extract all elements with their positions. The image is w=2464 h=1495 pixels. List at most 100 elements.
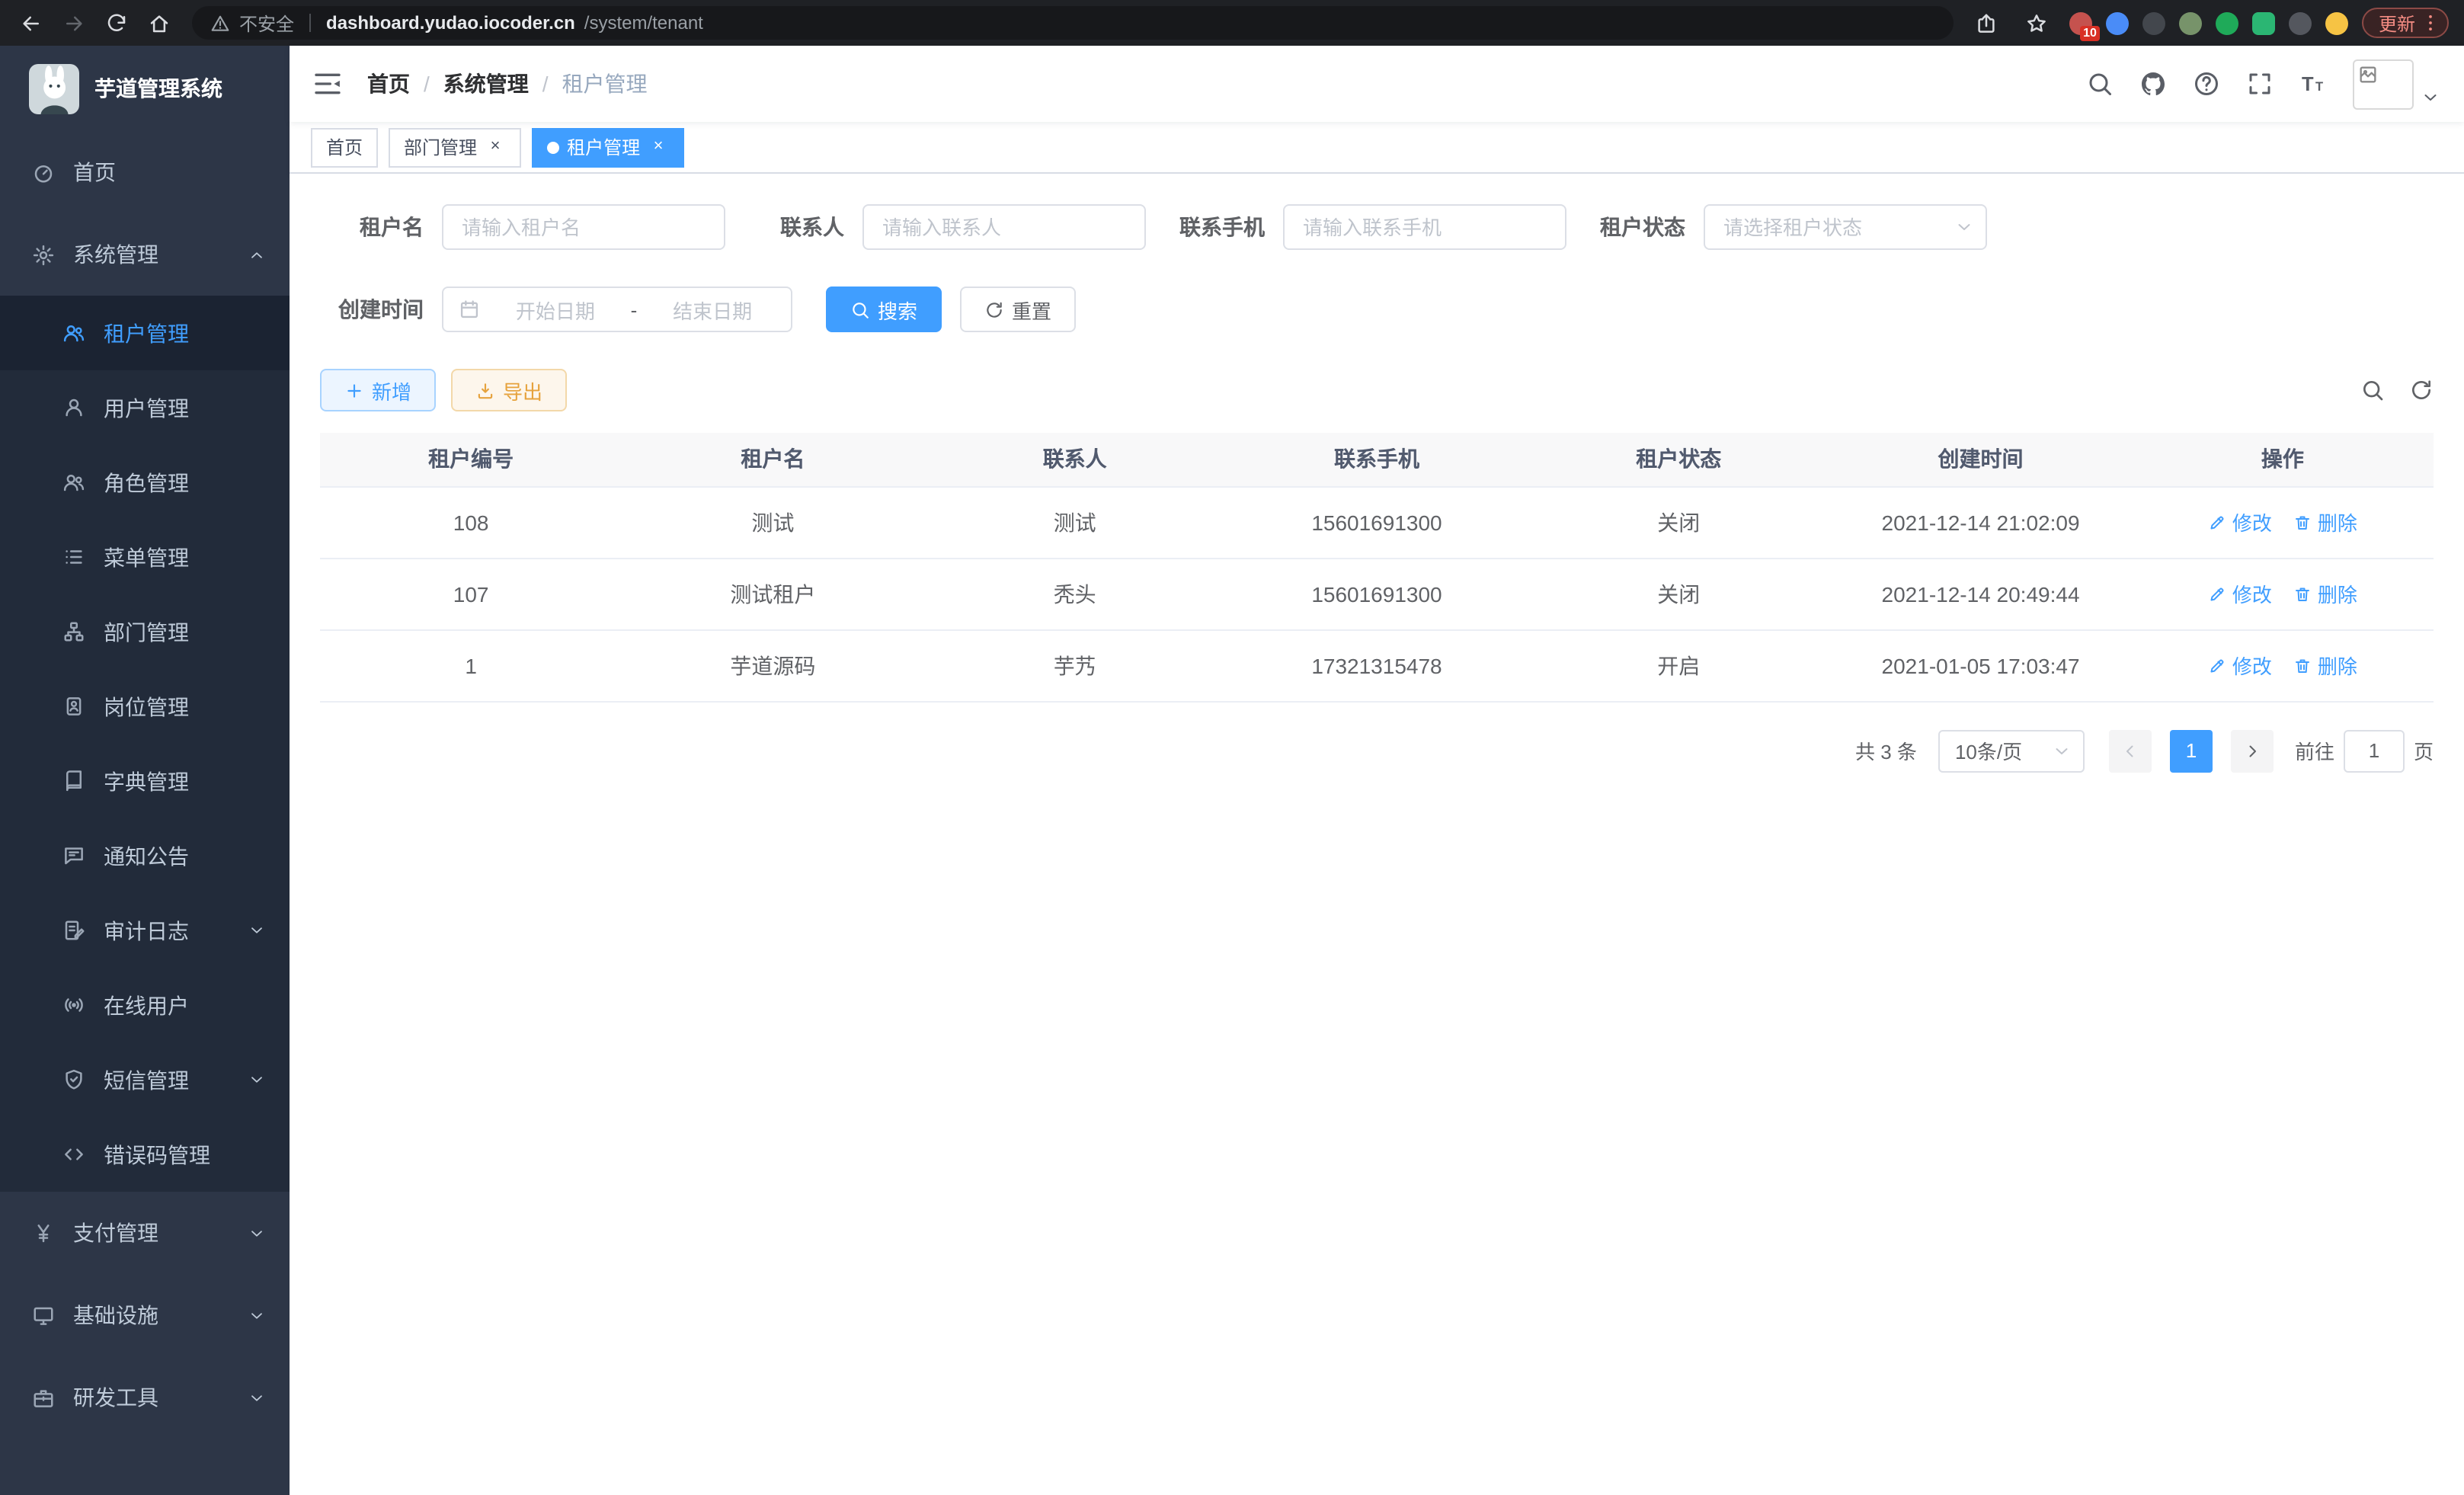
extension-emoji-face-icon[interactable] (2325, 11, 2348, 34)
next-page-button[interactable] (2231, 729, 2274, 772)
extension-green-chat-icon[interactable] (2252, 11, 2275, 34)
cell-name: 测试租户 (622, 558, 923, 629)
sidebar-item-dict[interactable]: 字典管理 (0, 744, 290, 818)
extension-blue-icon[interactable] (2106, 11, 2129, 34)
browser-home-button[interactable] (140, 5, 177, 41)
breadcrumb-item[interactable]: 系统管理 (443, 69, 529, 99)
sidebar-item-tenant[interactable]: 租户管理 (0, 296, 290, 370)
table-search-toggle-button[interactable] (2360, 378, 2385, 402)
tab-tenant[interactable]: 租户管理× (532, 127, 684, 167)
cell-status: 关闭 (1528, 486, 1829, 558)
search-icon (850, 299, 870, 319)
table-refresh-button[interactable] (2409, 378, 2434, 402)
date-start-placeholder: 开始日期 (492, 295, 619, 324)
reset-button[interactable]: 重置 (960, 287, 1076, 332)
address-bar[interactable]: 不安全 dashboard.yudao.iocoder.cn/system/te… (192, 6, 1954, 40)
github-button[interactable] (2139, 70, 2167, 98)
page-number-button[interactable]: 1 (2170, 729, 2213, 772)
edit-button[interactable]: 修改 (2208, 579, 2272, 608)
tenant-status-select-input[interactable] (1704, 204, 1987, 250)
fullscreen-button[interactable] (2246, 70, 2274, 98)
pagination: 共 3 条 10条/页 1 前往 页 (320, 729, 2434, 772)
font-size-button[interactable]: TT (2299, 70, 2327, 98)
user-avatar-menu[interactable] (2353, 59, 2440, 109)
security-warning-icon[interactable] (210, 13, 230, 33)
browser-back-button[interactable] (12, 5, 49, 41)
svg-text:T: T (2315, 80, 2323, 94)
search-button[interactable]: 搜索 (826, 287, 942, 332)
table-toolbar: 新增 导出 (320, 369, 2434, 411)
trash-icon (2293, 656, 2312, 674)
prev-page-button[interactable] (2109, 729, 2152, 772)
sidebar-logo[interactable]: 芋道管理系统 (0, 46, 290, 131)
toolbox-icon (32, 1386, 55, 1409)
sidebar-item-label: 字典管理 (104, 766, 189, 796)
cell-contact: 芋艿 (924, 629, 1226, 701)
sidebar-item-infra[interactable]: 基础设施 (0, 1274, 290, 1356)
phone-input[interactable] (1283, 204, 1566, 250)
add-button[interactable]: 新增 (320, 369, 436, 411)
tenant-name-input[interactable] (442, 204, 725, 250)
delete-button[interactable]: 删除 (2293, 507, 2357, 536)
extension-red-badged-icon[interactable]: 10 (2069, 11, 2092, 34)
sidebar-item-sms[interactable]: 短信管理 (0, 1042, 290, 1117)
badge-icon (62, 695, 85, 718)
extension-dark-globe-icon[interactable] (2142, 11, 2165, 34)
cell-name: 测试 (622, 486, 923, 558)
tab-home[interactable]: 首页 (311, 127, 378, 167)
browser-update-button[interactable]: 更新 (2362, 8, 2449, 38)
sidebar-item-system[interactable]: 系统管理 (0, 213, 290, 296)
sidebar-item-home[interactable]: 首页 (0, 131, 290, 213)
tenant-status-select[interactable] (1704, 204, 1987, 250)
edit-button[interactable]: 修改 (2208, 507, 2272, 536)
peoples-icon (62, 471, 85, 494)
create-time-range-picker[interactable]: 开始日期 - 结束日期 (442, 287, 792, 332)
active-tab-dot (547, 141, 559, 153)
chevron-down-icon (248, 1224, 265, 1241)
sidebar-item-online-user[interactable]: 在线用户 (0, 968, 290, 1042)
header-search-button[interactable] (2086, 70, 2114, 98)
export-button[interactable]: 导出 (451, 369, 567, 411)
goto-page-input[interactable] (2344, 729, 2405, 772)
delete-button[interactable]: 删除 (2293, 651, 2357, 680)
edit-button[interactable]: 修改 (2208, 651, 2272, 680)
sidebar-item-dept[interactable]: 部门管理 (0, 594, 290, 669)
sidebar-item-dev-tool[interactable]: 研发工具 (0, 1356, 290, 1439)
sidebar-item-pay[interactable]: 支付管理 (0, 1192, 290, 1274)
contact-input[interactable] (862, 204, 1146, 250)
goto-page: 前往 页 (2295, 729, 2434, 772)
breadcrumb-item[interactable]: 首页 (367, 69, 410, 99)
page-size-select[interactable]: 10条/页 (1938, 729, 2085, 772)
bookmark-button[interactable] (2019, 5, 2056, 41)
browser-menu-icon[interactable] (2420, 12, 2441, 34)
sidebar-toggle-button[interactable] (312, 69, 343, 99)
share-button[interactable] (1969, 5, 2005, 41)
sidebar-item-post[interactable]: 岗位管理 (0, 669, 290, 744)
avatar-caret-icon (2421, 88, 2440, 106)
delete-button[interactable]: 删除 (2293, 579, 2357, 608)
browser-forward-button[interactable] (55, 5, 91, 41)
peoples-icon (62, 322, 85, 344)
create-time-label: 创建时间 (320, 294, 424, 325)
sidebar-item-audit-log[interactable]: 审计日志 (0, 893, 290, 968)
extension-green-circle-icon[interactable] (2216, 11, 2238, 34)
chevron-down-icon (248, 1307, 265, 1324)
breadcrumb-separator: / (424, 72, 430, 96)
app-frame: 芋道管理系统 首页系统管理租户管理用户管理角色管理菜单管理部门管理岗位管理字典管… (0, 46, 2464, 1495)
sidebar-item-user[interactable]: 用户管理 (0, 370, 290, 445)
sidebar-item-notice[interactable]: 通知公告 (0, 818, 290, 893)
browser-reload-button[interactable] (98, 5, 134, 41)
help-button[interactable] (2193, 70, 2220, 98)
edit-icon (2208, 656, 2226, 674)
extension-dark-pin-icon[interactable] (2289, 11, 2312, 34)
table-row: 107测试租户秃头15601691300关闭2021-12-14 20:49:4… (320, 558, 2434, 629)
cell-actions: 修改删除 (2132, 629, 2434, 701)
close-tab-icon[interactable]: × (485, 136, 506, 158)
close-tab-icon[interactable]: × (648, 136, 669, 158)
sidebar-item-role[interactable]: 角色管理 (0, 445, 290, 520)
sidebar-item-label: 租户管理 (104, 318, 189, 348)
tab-dept[interactable]: 部门管理× (389, 127, 521, 167)
sidebar-item-error-code[interactable]: 错误码管理 (0, 1117, 290, 1192)
extension-olive-circle-icon[interactable] (2179, 11, 2202, 34)
sidebar-item-menu[interactable]: 菜单管理 (0, 520, 290, 594)
